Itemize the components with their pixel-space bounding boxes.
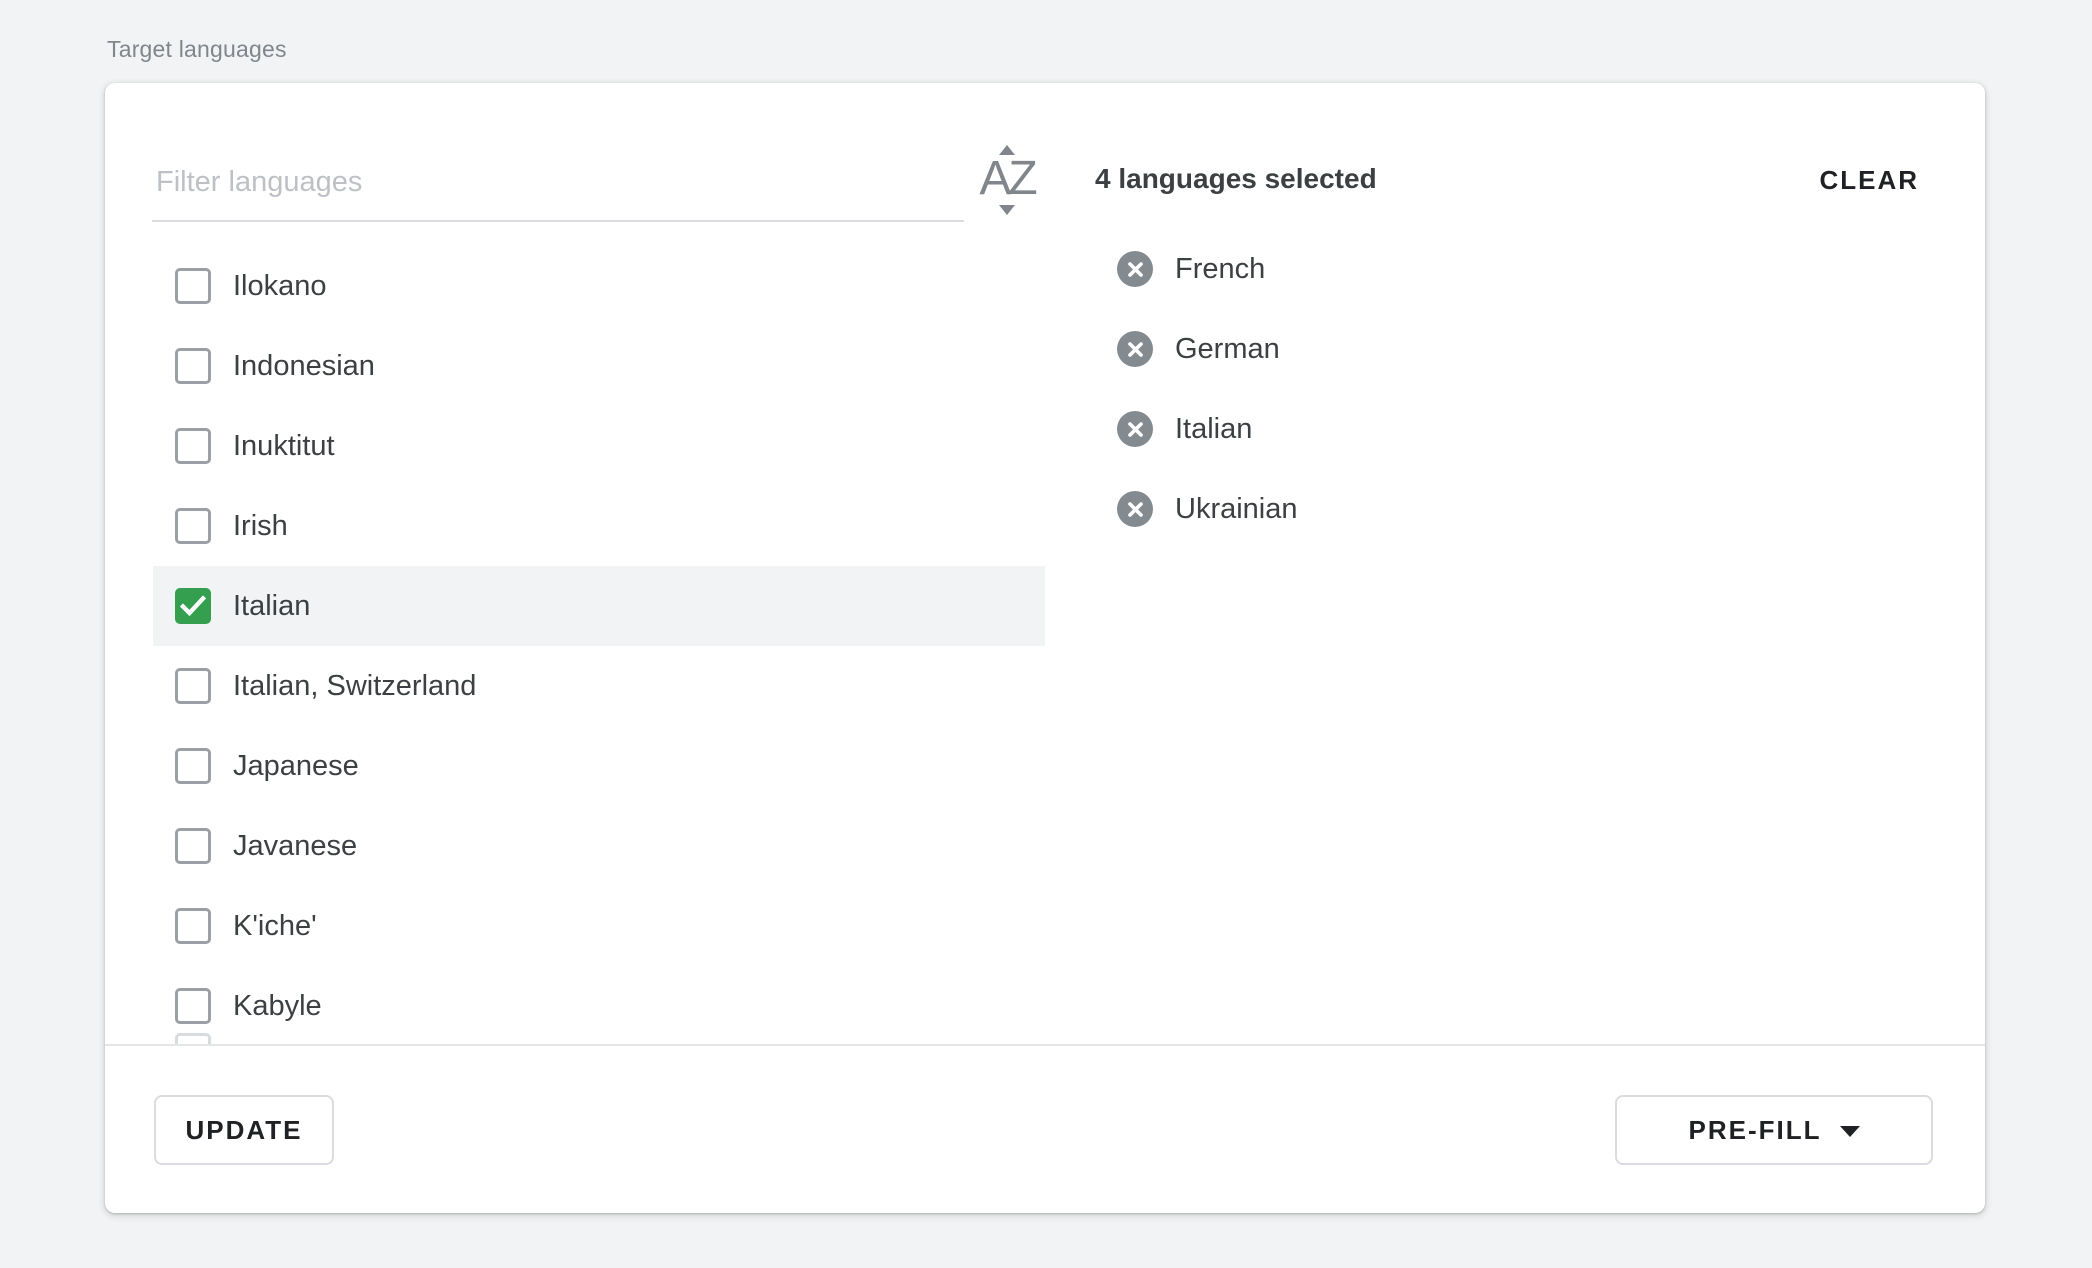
target-languages-screen: Target languages AZ Ilokano Indonesian I (0, 0, 2092, 1268)
prefill-button[interactable]: PRE-FILL (1615, 1095, 1933, 1165)
language-picker-card: AZ Ilokano Indonesian Inuktitut Irish (105, 83, 1985, 1213)
close-icon (1127, 341, 1144, 358)
checkbox[interactable] (175, 268, 211, 304)
checkbox[interactable] (175, 348, 211, 384)
sort-ascending-arrow-icon (999, 145, 1015, 155)
language-label: Italian, Switzerland (233, 670, 476, 703)
language-option[interactable]: Javanese (153, 806, 1045, 886)
language-label: Irish (233, 510, 288, 543)
partially-visible-checkbox (175, 1033, 211, 1044)
checkbox[interactable] (175, 428, 211, 464)
selected-language-label: French (1175, 253, 1265, 286)
selected-languages-list: French German Italian Ukrainian (1117, 229, 1298, 549)
language-option[interactable]: Italian (153, 566, 1045, 646)
close-icon (1127, 501, 1144, 518)
language-label: Ilokano (233, 270, 327, 303)
selected-language-label: Ukrainian (1175, 493, 1298, 526)
language-label: Japanese (233, 750, 359, 783)
language-list: Ilokano Indonesian Inuktitut Irish Itali… (153, 246, 1045, 1044)
language-label: Javanese (233, 830, 357, 863)
remove-language-button[interactable] (1117, 331, 1153, 367)
footer-divider (105, 1044, 1985, 1046)
selected-count-label: 4 languages selected (1095, 163, 1377, 195)
update-label: UPDATE (186, 1115, 303, 1146)
language-option[interactable]: Kabyle (153, 966, 1045, 1044)
language-option[interactable]: Ilokano (153, 246, 1045, 326)
checkbox[interactable] (175, 908, 211, 944)
clear-button[interactable]: CLEAR (1819, 165, 1919, 196)
remove-language-button[interactable] (1117, 251, 1153, 287)
checkmark-icon (180, 595, 206, 617)
selected-language-label: Italian (1175, 413, 1252, 446)
remove-language-button[interactable] (1117, 491, 1153, 527)
selected-language-label: German (1175, 333, 1280, 366)
page-title: Target languages (107, 36, 287, 63)
selected-language-item: Ukrainian (1117, 469, 1298, 549)
sort-alphabetical-button[interactable]: AZ (973, 146, 1041, 214)
update-button[interactable]: UPDATE (154, 1095, 334, 1165)
checkbox[interactable] (175, 508, 211, 544)
remove-language-button[interactable] (1117, 411, 1153, 447)
checkbox[interactable] (175, 988, 211, 1024)
checkbox[interactable] (175, 748, 211, 784)
language-label: Inuktitut (233, 430, 335, 463)
language-option[interactable]: Irish (153, 486, 1045, 566)
language-label: Indonesian (233, 350, 375, 383)
language-option[interactable]: Japanese (153, 726, 1045, 806)
checkbox[interactable] (175, 668, 211, 704)
checkbox[interactable] (175, 588, 211, 624)
close-icon (1127, 421, 1144, 438)
close-icon (1127, 261, 1144, 278)
language-option[interactable]: Inuktitut (153, 406, 1045, 486)
filter-field (152, 150, 964, 222)
selected-language-item: German (1117, 309, 1298, 389)
selected-language-item: Italian (1117, 389, 1298, 469)
prefill-label: PRE-FILL (1689, 1115, 1822, 1146)
checkbox[interactable] (175, 828, 211, 864)
sort-descending-arrow-icon (999, 205, 1015, 215)
language-label: K'iche' (233, 910, 317, 943)
dropdown-caret-icon (1840, 1126, 1860, 1137)
language-option[interactable]: Italian, Switzerland (153, 646, 1045, 726)
sort-alphabetical-icon: AZ (979, 155, 1034, 205)
selected-language-item: French (1117, 229, 1298, 309)
language-option[interactable]: Indonesian (153, 326, 1045, 406)
language-label: Kabyle (233, 990, 322, 1023)
language-option[interactable]: K'iche' (153, 886, 1045, 966)
language-label: Italian (233, 590, 310, 623)
filter-languages-input[interactable] (152, 150, 964, 220)
